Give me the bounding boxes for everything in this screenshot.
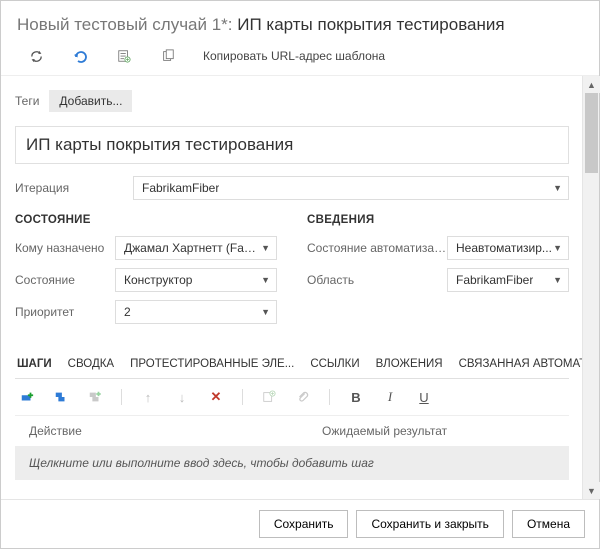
undo-icon[interactable] bbox=[71, 47, 89, 65]
state-select[interactable]: Конструктор ▼ bbox=[115, 268, 277, 292]
iteration-label: Итерация bbox=[15, 181, 133, 195]
steps-columns: Действие Ожидаемый результат bbox=[15, 416, 569, 446]
section-state: СОСТОЯНИЕ Кому назначено Джамал Хартнетт… bbox=[15, 214, 277, 332]
iteration-select[interactable]: FabrikamFiber ▼ bbox=[133, 176, 569, 200]
dialog: Новый тестовый случай 1*: ИП карты покры… bbox=[0, 0, 600, 549]
tab-automation[interactable]: СВЯЗАННАЯ АВТОМАТИЗАЦИЯ bbox=[457, 350, 583, 378]
scroll-up-icon[interactable]: ▲ bbox=[583, 76, 600, 93]
area-select[interactable]: FabrikamFiber ▼ bbox=[447, 268, 569, 292]
cancel-button[interactable]: Отмена bbox=[512, 510, 585, 538]
priority-select[interactable]: 2 ▼ bbox=[115, 300, 277, 324]
priority-label: Приоритет bbox=[15, 305, 115, 319]
automation-label: Состояние автоматизации bbox=[307, 241, 447, 255]
save-button[interactable]: Сохранить bbox=[259, 510, 349, 538]
add-tag-button[interactable]: Добавить... bbox=[49, 90, 132, 112]
dialog-header: Новый тестовый случай 1*: ИП карты покры… bbox=[1, 1, 599, 41]
save-close-button[interactable]: Сохранить и закрыть bbox=[356, 510, 503, 538]
tab-links[interactable]: ССЫЛКИ bbox=[308, 350, 361, 378]
section-state-heading: СОСТОЯНИЕ bbox=[15, 214, 277, 226]
title-prefix: Новый тестовый случай 1*: bbox=[17, 15, 237, 34]
template-icon[interactable] bbox=[115, 47, 133, 65]
area-label: Область bbox=[307, 273, 447, 287]
automation-select[interactable]: Неавтоматизир... ▼ bbox=[447, 236, 569, 260]
col-action: Действие bbox=[29, 424, 262, 438]
bold-icon[interactable]: B bbox=[348, 389, 364, 405]
tab-steps[interactable]: ШАГИ bbox=[15, 350, 54, 378]
separator bbox=[329, 389, 330, 405]
chevron-down-icon: ▼ bbox=[553, 183, 562, 193]
title-text: ИП карты покрытия тестирования bbox=[237, 15, 504, 34]
copy-icon[interactable] bbox=[159, 47, 177, 65]
vertical-scrollbar[interactable]: ▲ ▼ bbox=[582, 76, 599, 499]
tabs: ШАГИ СВОДКА ПРОТЕСТИРОВАННЫЕ ЭЛЕ... ССЫЛ… bbox=[15, 350, 569, 379]
section-details: СВЕДЕНИЯ Состояние автоматизации Неавтом… bbox=[307, 214, 569, 332]
copy-url-link[interactable]: Копировать URL-адрес шаблона bbox=[203, 49, 385, 63]
tags-row: Теги Добавить... bbox=[15, 90, 569, 112]
underline-icon[interactable]: U bbox=[416, 389, 432, 405]
steps-toolbar: ↑ ↓ ✕ B I U bbox=[15, 379, 569, 416]
sections: СОСТОЯНИЕ Кому назначено Джамал Хартнетт… bbox=[15, 214, 569, 332]
scroll-down-icon[interactable]: ▼ bbox=[583, 482, 600, 499]
assigned-select[interactable]: Джамал Хартнетт (Fabrikam) ▼ bbox=[115, 236, 277, 260]
tab-tested[interactable]: ПРОТЕСТИРОВАННЫЕ ЭЛЕ... bbox=[128, 350, 296, 378]
attach-icon[interactable] bbox=[295, 389, 311, 405]
move-down-icon[interactable]: ↓ bbox=[174, 389, 190, 405]
state-label: Состояние bbox=[15, 273, 115, 287]
body: Теги Добавить... Итерация FabrikamFiber … bbox=[1, 75, 599, 499]
title-input[interactable] bbox=[15, 126, 569, 164]
tab-attachments[interactable]: ВЛОЖЕНИЯ bbox=[374, 350, 445, 378]
col-expected: Ожидаемый результат bbox=[262, 424, 555, 438]
dialog-footer: Сохранить Сохранить и закрыть Отмена bbox=[1, 499, 599, 548]
chevron-down-icon: ▼ bbox=[553, 275, 562, 285]
shared-steps-icon[interactable] bbox=[87, 389, 103, 405]
separator bbox=[242, 389, 243, 405]
tags-label: Теги bbox=[15, 94, 39, 108]
tab-summary[interactable]: СВОДКА bbox=[66, 350, 116, 378]
add-step-icon[interactable] bbox=[19, 389, 35, 405]
steps-hint[interactable]: Щелкните или выполните ввод здесь, чтобы… bbox=[15, 446, 569, 480]
main-toolbar: Копировать URL-адрес шаблона bbox=[1, 41, 599, 75]
chevron-down-icon: ▼ bbox=[261, 243, 270, 253]
add-shared-step-icon[interactable] bbox=[53, 389, 69, 405]
chevron-down-icon: ▼ bbox=[553, 243, 562, 253]
chevron-down-icon: ▼ bbox=[261, 307, 270, 317]
assigned-label: Кому назначено bbox=[15, 241, 115, 255]
chevron-down-icon: ▼ bbox=[261, 275, 270, 285]
refresh-icon[interactable] bbox=[27, 47, 45, 65]
params-icon[interactable] bbox=[261, 389, 277, 405]
iteration-row: Итерация FabrikamFiber ▼ bbox=[15, 176, 569, 200]
scroll-thumb[interactable] bbox=[585, 93, 598, 173]
delete-step-icon[interactable]: ✕ bbox=[208, 389, 224, 405]
italic-icon[interactable]: I bbox=[382, 389, 398, 405]
section-details-heading: СВЕДЕНИЯ bbox=[307, 214, 569, 226]
separator bbox=[121, 389, 122, 405]
scroll-content: Теги Добавить... Итерация FabrikamFiber … bbox=[1, 76, 583, 499]
move-up-icon[interactable]: ↑ bbox=[140, 389, 156, 405]
